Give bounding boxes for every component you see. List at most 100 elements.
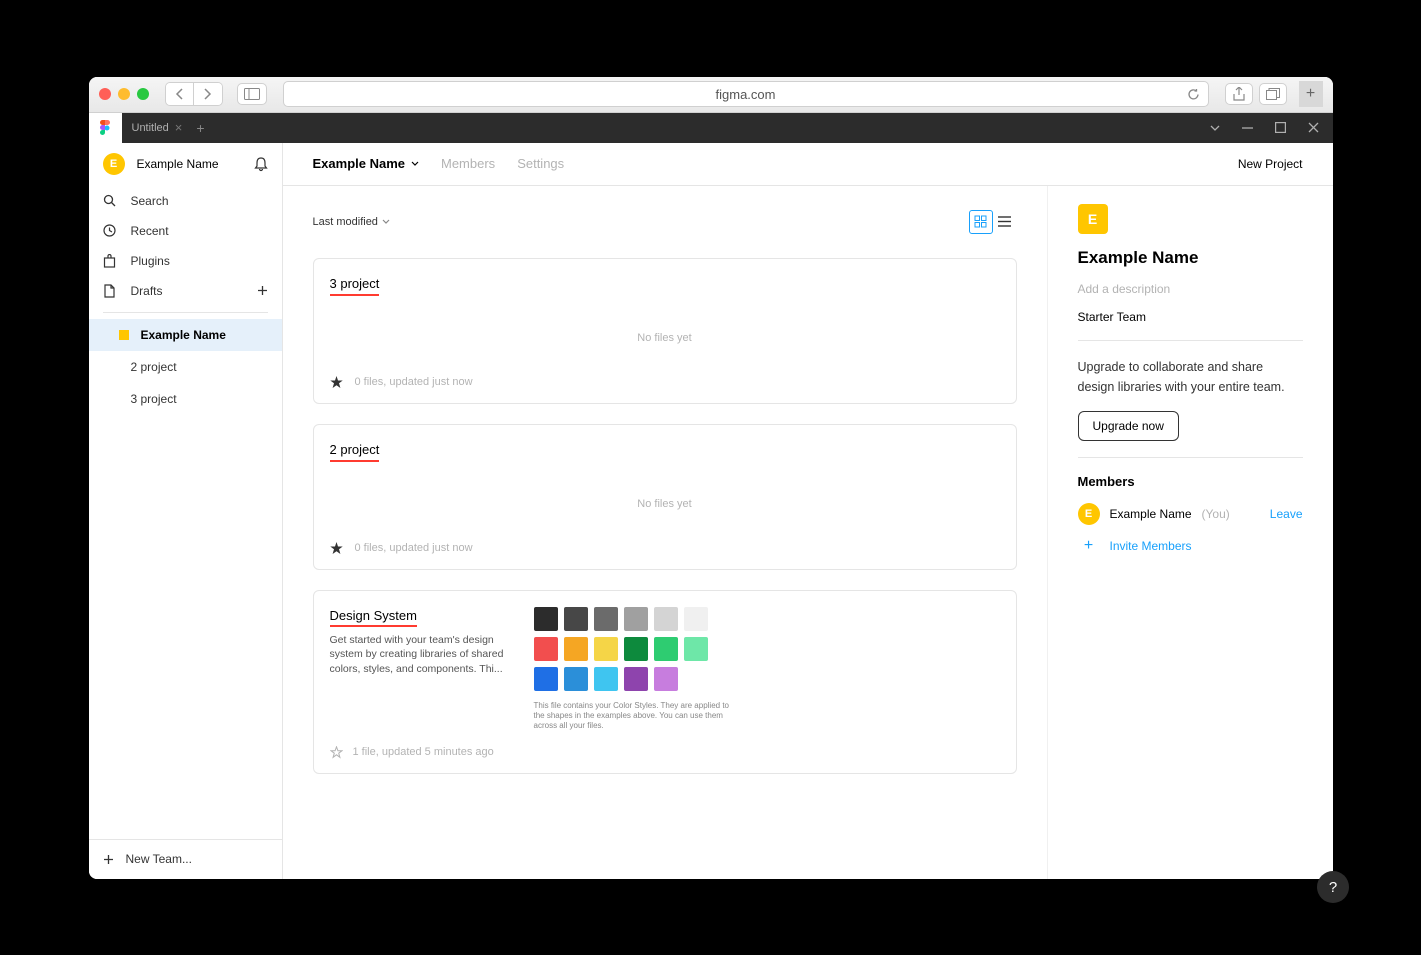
grid-view-icon[interactable]: [969, 210, 993, 234]
color-swatch: [534, 637, 558, 661]
members-heading: Members: [1078, 474, 1303, 489]
project-status: 0 files, updated just now: [355, 542, 473, 554]
leave-button[interactable]: Leave: [1270, 507, 1303, 521]
star-icon[interactable]: [330, 542, 343, 555]
chevron-down-icon[interactable]: [1210, 125, 1220, 131]
sort-label: Last modified: [313, 216, 378, 228]
sidebar-team[interactable]: Example Name: [89, 319, 282, 351]
tab-members[interactable]: Members: [441, 156, 495, 171]
color-swatch: [534, 607, 558, 631]
sidebar-item-label: Plugins: [131, 254, 170, 268]
plus-icon: [103, 854, 114, 865]
star-outline-icon[interactable]: [330, 746, 343, 759]
minimize-window-icon[interactable]: [118, 88, 130, 100]
url-bar[interactable]: figma.com: [283, 81, 1209, 107]
invite-members-button[interactable]: + Invite Members: [1078, 535, 1303, 557]
notifications-icon[interactable]: [254, 157, 268, 172]
team-description-input[interactable]: Add a description: [1078, 282, 1303, 296]
sort-dropdown[interactable]: Last modified: [313, 216, 390, 228]
new-team-button[interactable]: New Team...: [89, 839, 282, 879]
help-button[interactable]: ?: [1317, 871, 1349, 903]
mac-titlebar: figma.com +: [89, 77, 1333, 113]
sidebar-project[interactable]: 2 project: [89, 351, 282, 383]
color-swatch: [654, 667, 678, 691]
upgrade-button[interactable]: Upgrade now: [1078, 411, 1179, 441]
chevron-down-icon: [382, 219, 390, 224]
project-status: 0 files, updated just now: [355, 376, 473, 388]
new-draft-icon[interactable]: [257, 285, 268, 296]
team-plan-label: Starter Team: [1078, 310, 1303, 324]
sidebar-toggle-icon[interactable]: [237, 83, 267, 105]
back-button[interactable]: [166, 83, 194, 105]
member-row: E Example Name (You) Leave: [1078, 503, 1303, 525]
divider: [1078, 340, 1303, 341]
list-view-icon[interactable]: [993, 210, 1017, 234]
sidebar-item-label: Search: [131, 194, 169, 208]
chevron-down-icon: [411, 161, 419, 166]
sidebar-item-recent[interactable]: Recent: [89, 216, 282, 246]
maximize-window-icon[interactable]: [137, 88, 149, 100]
color-swatch: [534, 667, 558, 691]
team-dropdown[interactable]: Example Name: [313, 156, 420, 171]
sort-row: Last modified: [313, 210, 1017, 234]
project-card[interactable]: 2 project No files yet 0 files, updated …: [313, 424, 1017, 570]
new-team-label: New Team...: [126, 852, 192, 866]
figma-logo-icon[interactable]: [89, 113, 122, 143]
sidebar-project[interactable]: 3 project: [89, 383, 282, 415]
empty-state: No files yet: [330, 296, 1000, 376]
color-swatch: [564, 637, 588, 661]
team-name-label: Example Name: [141, 328, 226, 342]
new-tab-button[interactable]: +: [1299, 81, 1323, 107]
project-label: 2 project: [131, 360, 177, 374]
divider: [1078, 457, 1303, 458]
user-avatar: E: [103, 153, 125, 175]
figma-tab[interactable]: Untitled ×: [122, 120, 193, 135]
team-dropdown-label: Example Name: [313, 156, 406, 171]
main-area: Example Name Members Settings New Projec…: [283, 143, 1333, 879]
figma-tabs-bar: Untitled × +: [89, 113, 1333, 143]
figma-new-tab-icon[interactable]: +: [196, 120, 204, 136]
color-swatch: [564, 667, 588, 691]
user-name: Example Name: [137, 157, 242, 171]
sidebar-item-label: Drafts: [131, 284, 163, 298]
plus-icon: +: [1078, 535, 1100, 557]
star-icon[interactable]: [330, 376, 343, 389]
color-swatch: [594, 637, 618, 661]
project-label: 3 project: [131, 392, 177, 406]
color-swatch: [624, 637, 648, 661]
sidebar-item-label: Recent: [131, 224, 169, 238]
team-avatar: E: [1078, 204, 1108, 234]
sidebar-item-plugins[interactable]: Plugins: [89, 246, 282, 276]
close-tab-icon[interactable]: ×: [175, 120, 183, 135]
close-window-icon[interactable]: [99, 88, 111, 100]
design-system-title: Design System: [330, 608, 417, 627]
design-system-footer: 1 file, updated 5 minutes ago: [330, 746, 1000, 759]
project-card[interactable]: 3 project No files yet 0 files, updated …: [313, 258, 1017, 404]
forward-button[interactable]: [194, 83, 222, 105]
color-swatch: [594, 607, 618, 631]
sidebar-user-row[interactable]: E Example Name: [89, 143, 282, 186]
sidebar-item-search[interactable]: Search: [89, 186, 282, 216]
team-color-icon: [119, 330, 129, 340]
new-project-button[interactable]: New Project: [1238, 157, 1303, 171]
url-text: figma.com: [716, 87, 776, 102]
tab-settings[interactable]: Settings: [517, 156, 564, 171]
color-swatch: [624, 667, 648, 691]
tabs-icon[interactable]: [1259, 83, 1287, 105]
share-icon[interactable]: [1225, 83, 1253, 105]
close-icon[interactable]: [1308, 122, 1319, 133]
upgrade-text: Upgrade to collaborate and share design …: [1078, 357, 1303, 397]
team-title: Example Name: [1078, 248, 1303, 268]
maximize-icon[interactable]: [1275, 122, 1286, 133]
reload-icon[interactable]: [1187, 88, 1200, 101]
left-sidebar: E Example Name Search Recent Plugins Dra…: [89, 143, 283, 879]
minimize-icon[interactable]: [1242, 127, 1253, 129]
you-label: (You): [1202, 507, 1230, 521]
nav-arrows: [165, 82, 223, 106]
color-swatch: [564, 607, 588, 631]
toolbar-right: [1225, 83, 1287, 105]
project-card-design-system[interactable]: Design System Get started with your team…: [313, 590, 1017, 774]
sidebar-item-drafts[interactable]: Drafts: [89, 276, 282, 306]
main-body: Last modified 3 project No files yet: [283, 186, 1333, 879]
right-panel: E Example Name Add a description Starter…: [1047, 186, 1333, 879]
